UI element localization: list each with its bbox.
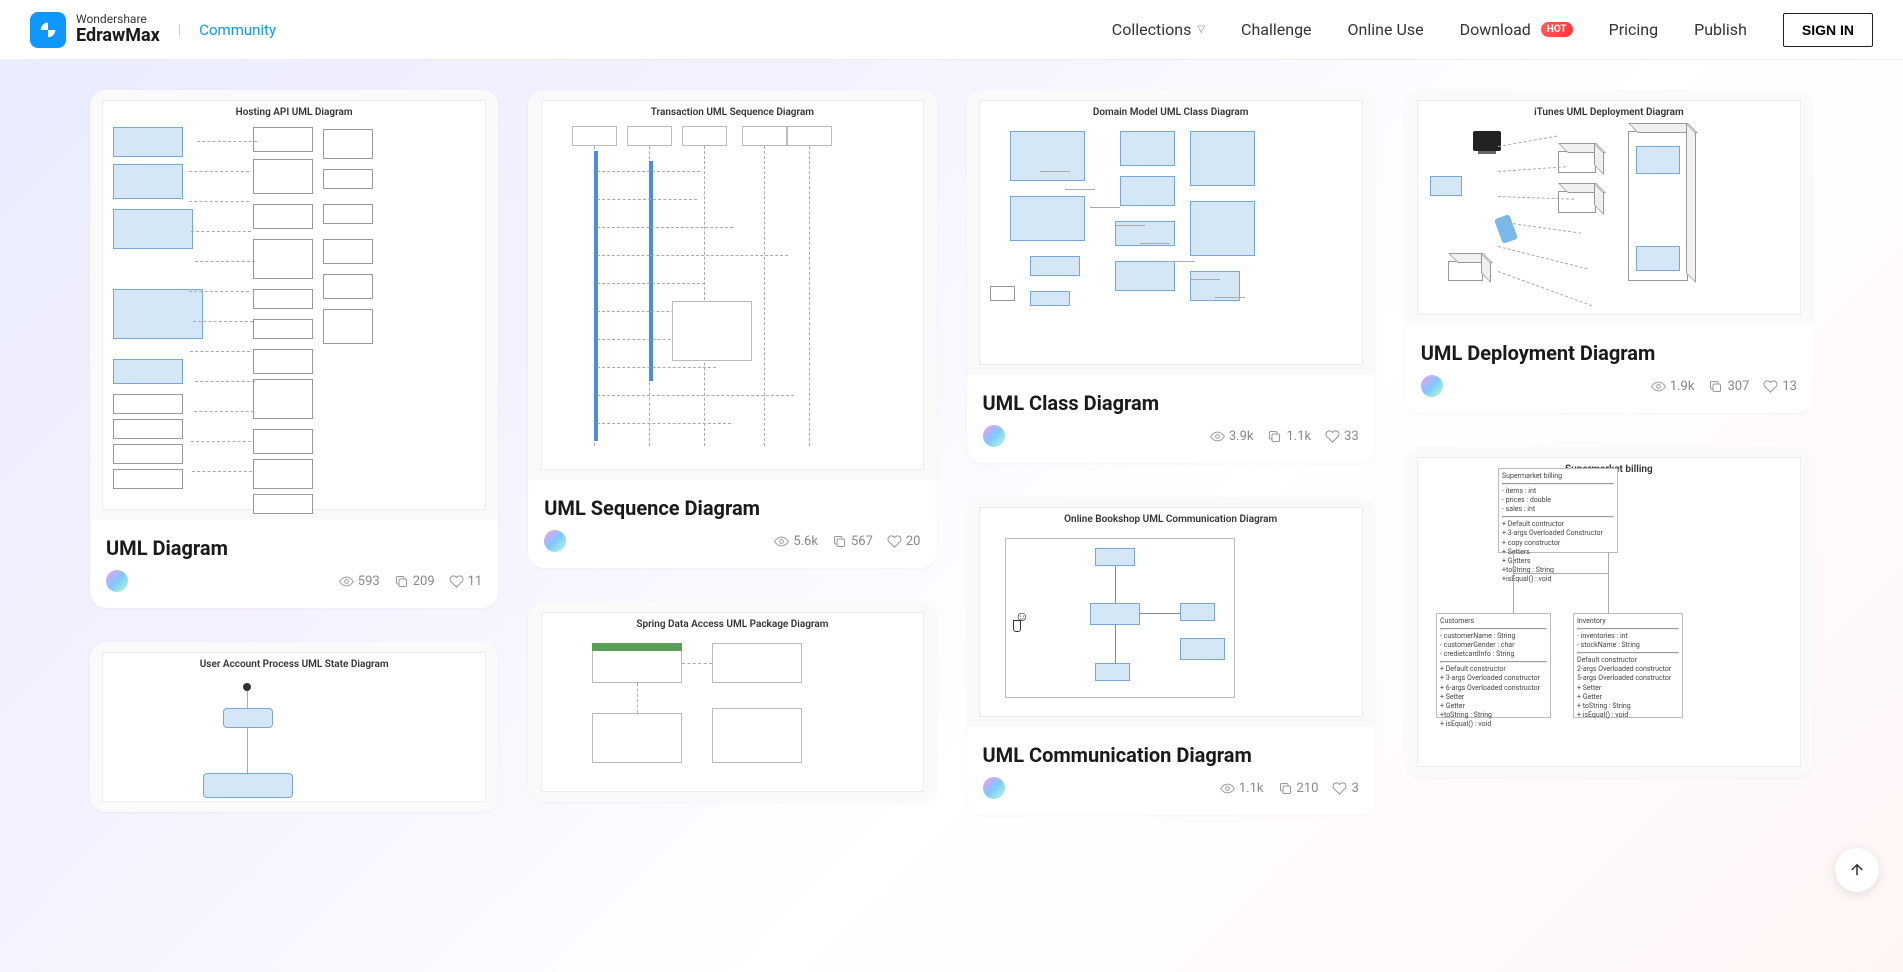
- template-title: UML Deployment Diagram: [1405, 325, 1813, 375]
- template-thumbnail[interactable]: iTunes UML Deployment Diagram: [1405, 90, 1813, 325]
- template-card[interactable]: iTunes UML Deployment DiagramUML Deploym…: [1405, 90, 1813, 413]
- likes-stat: 20: [887, 534, 921, 549]
- likes-stat: 13: [1763, 379, 1797, 394]
- template-card[interactable]: Supermarket billingSupermarket billing- …: [1405, 447, 1813, 777]
- views-stat: 593: [339, 574, 380, 589]
- nav-online-use[interactable]: Online Use: [1348, 20, 1424, 39]
- back-to-top-button[interactable]: [1835, 848, 1879, 892]
- copies-stat: 307: [1708, 379, 1749, 394]
- template-title: UML Communication Diagram: [967, 727, 1375, 777]
- template-meta: 1.1k 210 3: [967, 777, 1375, 815]
- views-stat: 1.9k: [1651, 379, 1695, 394]
- nav-challenge[interactable]: Challenge: [1241, 20, 1312, 39]
- template-card[interactable]: Domain Model UML Class DiagramUML Class …: [967, 90, 1375, 463]
- template-card[interactable]: Hosting API UML DiagramUML Diagram 593 209…: [90, 90, 498, 608]
- copies-stat: 567: [832, 534, 873, 549]
- template-title: UML Diagram: [90, 520, 498, 570]
- logo-icon: [30, 12, 66, 48]
- avatar[interactable]: [1421, 375, 1443, 397]
- copies-stat: 209: [394, 574, 435, 589]
- views-stat: 1.1k: [1220, 781, 1264, 796]
- template-card[interactable]: Spring Data Access UML Package Diagram: [528, 602, 936, 802]
- likes-stat: 3: [1332, 781, 1358, 796]
- template-card[interactable]: Online Bookshop UML Communication Diagra…: [967, 497, 1375, 815]
- template-meta: 5.6k 567 20: [528, 530, 936, 568]
- template-card[interactable]: User Account Process UML State Diagram: [90, 642, 498, 812]
- logo-text: Wondershare EdrawMax: [76, 13, 160, 46]
- likes-stat: 33: [1325, 429, 1359, 444]
- avatar[interactable]: [983, 425, 1005, 447]
- template-meta: 593 209 11: [90, 570, 498, 608]
- hot-badge: HOT: [1541, 22, 1573, 37]
- header: Wondershare EdrawMax | Community Collect…: [0, 0, 1903, 60]
- logo[interactable]: Wondershare EdrawMax: [30, 12, 160, 48]
- nav-collections[interactable]: Collections ▽: [1112, 20, 1205, 39]
- avatar[interactable]: [106, 570, 128, 592]
- divider: |: [178, 22, 181, 38]
- signin-button[interactable]: SIGN IN: [1783, 13, 1873, 47]
- avatar[interactable]: [544, 530, 566, 552]
- template-title: UML Sequence Diagram: [528, 480, 936, 530]
- template-thumbnail[interactable]: Spring Data Access UML Package Diagram: [528, 602, 936, 802]
- template-gallery: Hosting API UML DiagramUML Diagram 593 209…: [0, 60, 1903, 879]
- template-card[interactable]: Transaction UML Sequence DiagramUML Sequ…: [528, 90, 936, 568]
- chevron-down-icon: ▽: [1197, 24, 1205, 35]
- nav-pricing[interactable]: Pricing: [1609, 20, 1659, 39]
- views-stat: 3.9k: [1210, 429, 1254, 444]
- template-thumbnail[interactable]: Online Bookshop UML Communication Diagra…: [967, 497, 1375, 727]
- community-link[interactable]: Community: [199, 21, 276, 39]
- views-stat: 5.6k: [774, 534, 818, 549]
- template-meta: 1.9k 307 13: [1405, 375, 1813, 413]
- nav: Collections ▽ Challenge Online Use Downl…: [1112, 13, 1873, 47]
- copies-stat: 1.1k: [1267, 429, 1311, 444]
- copies-stat: 210: [1278, 781, 1319, 796]
- template-title: UML Class Diagram: [967, 375, 1375, 425]
- nav-download-label: Download: [1460, 20, 1531, 39]
- likes-stat: 11: [449, 574, 483, 589]
- nav-download[interactable]: Download HOT: [1460, 20, 1573, 39]
- product-text: EdrawMax: [76, 26, 160, 46]
- template-thumbnail[interactable]: Supermarket billingSupermarket billing- …: [1405, 447, 1813, 777]
- template-thumbnail[interactable]: User Account Process UML State Diagram: [90, 642, 498, 812]
- nav-publish[interactable]: Publish: [1694, 20, 1747, 39]
- template-meta: 3.9k 1.1k 33: [967, 425, 1375, 463]
- template-thumbnail[interactable]: Transaction UML Sequence Diagram: [528, 90, 936, 480]
- template-thumbnail[interactable]: Domain Model UML Class Diagram: [967, 90, 1375, 375]
- nav-collections-label: Collections: [1112, 20, 1192, 39]
- arrow-up-icon: [1848, 861, 1866, 879]
- avatar[interactable]: [983, 777, 1005, 799]
- template-thumbnail[interactable]: Hosting API UML Diagram: [90, 90, 498, 520]
